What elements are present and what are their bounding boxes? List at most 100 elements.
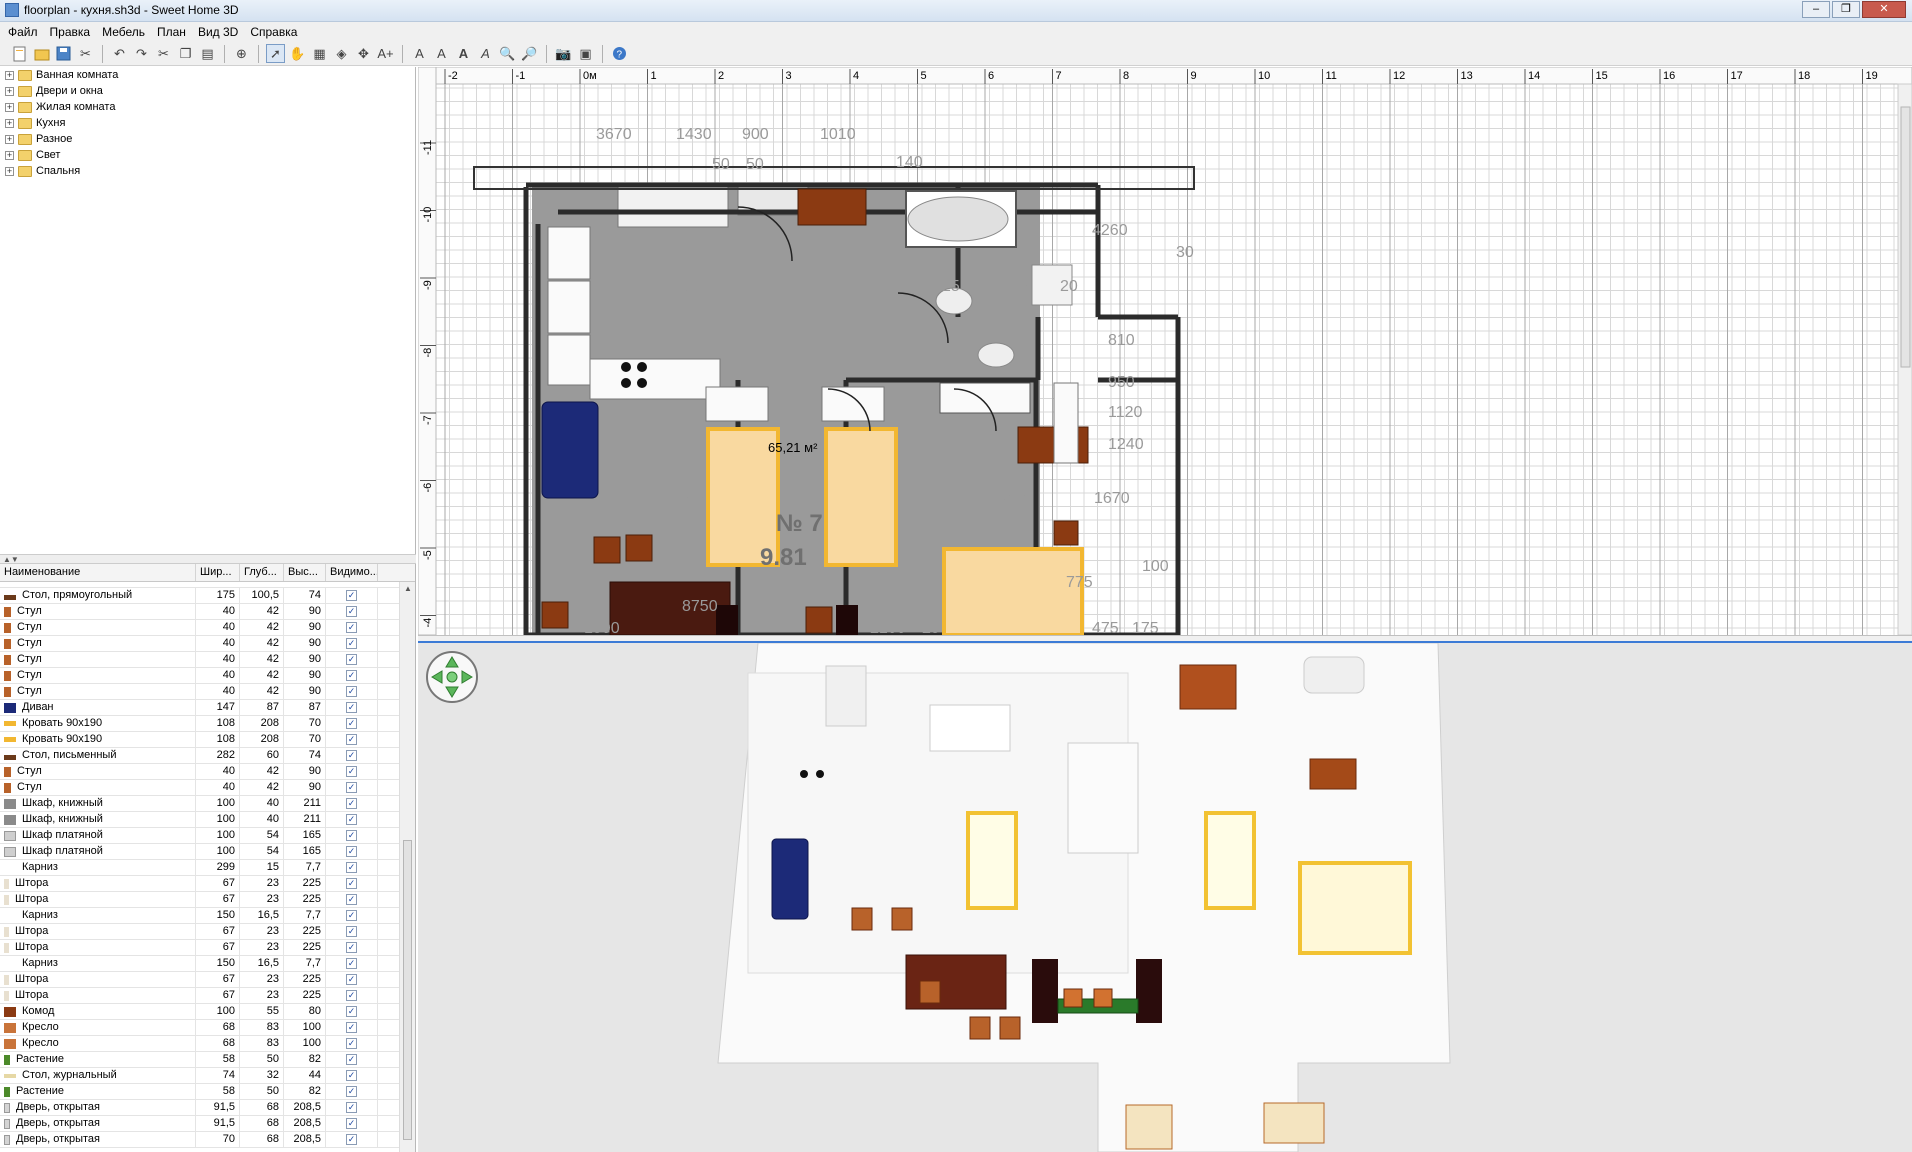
catalog-category[interactable]: + Свет [0, 147, 415, 163]
add-text-icon[interactable]: A+ [376, 44, 395, 63]
visible-checkbox[interactable]: ✓ [346, 638, 357, 649]
table-row[interactable]: Карниз 150 16,5 7,7 ✓ [0, 908, 415, 924]
table-row[interactable]: Стул 40 42 90 ✓ [0, 604, 415, 620]
visible-checkbox[interactable]: ✓ [346, 1054, 357, 1065]
visible-checkbox[interactable]: ✓ [346, 718, 357, 729]
visible-checkbox[interactable]: ✓ [346, 1022, 357, 1033]
text-style-2-icon[interactable]: A [432, 44, 451, 63]
table-row[interactable]: Стул 40 42 90 ✓ [0, 780, 415, 796]
expand-icon[interactable]: + [5, 150, 14, 160]
expand-icon[interactable]: + [5, 102, 14, 112]
text-style-4-icon[interactable]: A [476, 44, 495, 63]
cut-tool-icon[interactable]: ✂ [76, 44, 95, 63]
table-row[interactable]: Кресло 68 83 100 ✓ [0, 1036, 415, 1052]
plan-3d-splitter[interactable] [418, 635, 1912, 643]
plan-view[interactable]: -2 -1 0м 1 2 3 4 5 6 7 8 9 10 11 12 13 14 15 16 17 18 19 -11 -1… [418, 67, 1912, 635]
create-walls-icon[interactable]: ▦ [310, 44, 329, 63]
visible-checkbox[interactable]: ✓ [346, 798, 357, 809]
plan-canvas[interactable]: -2 -1 0м 1 2 3 4 5 6 7 8 9 10 11 12 13 14 15 16 17 18 19-11-1… [418, 67, 1912, 635]
table-row[interactable]: Стул 40 42 90 ✓ [0, 652, 415, 668]
visible-checkbox[interactable]: ✓ [346, 734, 357, 745]
visible-checkbox[interactable]: ✓ [346, 830, 357, 841]
table-row[interactable]: Штора 67 23 225 ✓ [0, 876, 415, 892]
visible-checkbox[interactable]: ✓ [346, 590, 357, 601]
redo-icon[interactable]: ↷ [132, 44, 151, 63]
table-row[interactable]: Карниз 150 16,5 7,7 ✓ [0, 956, 415, 972]
visible-checkbox[interactable]: ✓ [346, 622, 357, 633]
table-row[interactable]: Растение 58 50 82 ✓ [0, 1052, 415, 1068]
table-row[interactable]: Шкаф, книжный 100 40 211 ✓ [0, 796, 415, 812]
help-icon[interactable]: ? [610, 44, 629, 63]
catalog-category[interactable]: + Ванная комната [0, 67, 415, 83]
zoom-out-icon[interactable]: 🔎 [520, 44, 539, 63]
new-file-icon[interactable] [10, 44, 29, 63]
column-visible-header[interactable]: Видимо... [326, 564, 378, 581]
text-style-3-icon[interactable]: A [454, 44, 473, 63]
zoom-in-icon[interactable]: 🔍 [498, 44, 517, 63]
table-row[interactable]: Штора 67 23 225 ✓ [0, 988, 415, 1004]
table-scrollbar[interactable]: ▲ [399, 582, 415, 1152]
visible-checkbox[interactable]: ✓ [346, 670, 357, 681]
create-rooms-icon[interactable]: ◈ [332, 44, 351, 63]
table-row[interactable]: Стол, журнальный 74 32 44 ✓ [0, 1068, 415, 1084]
expand-icon[interactable]: + [5, 134, 14, 144]
table-row[interactable]: Шкаф платяной 100 54 165 ✓ [0, 828, 415, 844]
table-row[interactable]: Стул 40 42 90 ✓ [0, 636, 415, 652]
menu-file[interactable]: Файл [2, 23, 44, 41]
column-name-header[interactable]: Наименование [0, 564, 196, 581]
table-row[interactable]: Стул 40 42 90 ✓ [0, 684, 415, 700]
expand-icon[interactable]: + [5, 70, 14, 80]
visible-checkbox[interactable]: ✓ [346, 1134, 357, 1145]
paste-icon[interactable]: ▤ [198, 44, 217, 63]
table-row[interactable]: Штора 67 23 225 ✓ [0, 940, 415, 956]
catalog-splitter[interactable]: ▲▼ [0, 554, 416, 564]
save-icon[interactable] [54, 44, 73, 63]
menu-plan[interactable]: План [151, 23, 192, 41]
table-row[interactable]: Стул 40 42 90 ✓ [0, 620, 415, 636]
table-row[interactable]: Стол, прямоугольный 175 100,5 74 ✓ [0, 588, 415, 604]
menu-edit[interactable]: Правка [44, 23, 97, 41]
table-row[interactable]: Стол, письменный 282 60 74 ✓ [0, 748, 415, 764]
catalog-category[interactable]: + Спальня [0, 163, 415, 179]
visible-checkbox[interactable]: ✓ [346, 878, 357, 889]
cut-icon[interactable]: ✂ [154, 44, 173, 63]
close-button[interactable]: ✕ [1862, 1, 1906, 18]
expand-icon[interactable]: + [5, 118, 14, 128]
visible-checkbox[interactable]: ✓ [346, 1102, 357, 1113]
visible-checkbox[interactable]: ✓ [346, 1118, 357, 1129]
table-row[interactable]: Стул 40 42 90 ✓ [0, 764, 415, 780]
visible-checkbox[interactable]: ✓ [346, 910, 357, 921]
table-row[interactable]: Кресло 68 83 100 ✓ [0, 1020, 415, 1036]
3d-canvas[interactable] [418, 643, 1912, 1152]
3d-view[interactable] [418, 643, 1912, 1152]
visible-checkbox[interactable]: ✓ [346, 1070, 357, 1081]
undo-icon[interactable]: ↶ [110, 44, 129, 63]
visible-checkbox[interactable]: ✓ [346, 766, 357, 777]
table-row[interactable]: Диван 147 87 87 ✓ [0, 700, 415, 716]
table-row[interactable]: Карниз 299 15 7,7 ✓ [0, 860, 415, 876]
visible-checkbox[interactable]: ✓ [346, 990, 357, 1001]
column-width-header[interactable]: Шир... [196, 564, 240, 581]
visible-checkbox[interactable]: ✓ [346, 686, 357, 697]
visible-checkbox[interactable]: ✓ [346, 974, 357, 985]
catalog-category[interactable]: + Жилая комната [0, 99, 415, 115]
catalog-category[interactable]: + Двери и окна [0, 83, 415, 99]
table-row[interactable]: Дверь, открытая 91,5 68 208,5 ✓ [0, 1100, 415, 1116]
table-row[interactable]: Штора 67 23 225 ✓ [0, 892, 415, 908]
navigation-arrows-icon[interactable] [426, 651, 478, 703]
column-height-header[interactable]: Выс... [284, 564, 326, 581]
scroll-up-icon[interactable]: ▲ [404, 584, 412, 593]
table-row[interactable]: Стул 40 42 90 ✓ [0, 668, 415, 684]
visible-checkbox[interactable]: ✓ [346, 782, 357, 793]
expand-icon[interactable]: + [5, 166, 14, 176]
table-row[interactable]: Дверь, открытая 70 68 208,5 ✓ [0, 1132, 415, 1148]
table-row[interactable]: Дверь, открытая 91,5 68 208,5 ✓ [0, 1116, 415, 1132]
table-row[interactable]: Штора 67 23 225 ✓ [0, 924, 415, 940]
table-row[interactable]: Кровать 90х190 108 208 70 ✓ [0, 732, 415, 748]
table-row[interactable]: Шкаф, книжный 100 40 211 ✓ [0, 812, 415, 828]
menu-help[interactable]: Справка [244, 23, 303, 41]
column-depth-header[interactable]: Глуб... [240, 564, 284, 581]
visible-checkbox[interactable]: ✓ [346, 846, 357, 857]
video-icon[interactable]: ▣ [576, 44, 595, 63]
menu-3d-view[interactable]: Вид 3D [192, 23, 244, 41]
